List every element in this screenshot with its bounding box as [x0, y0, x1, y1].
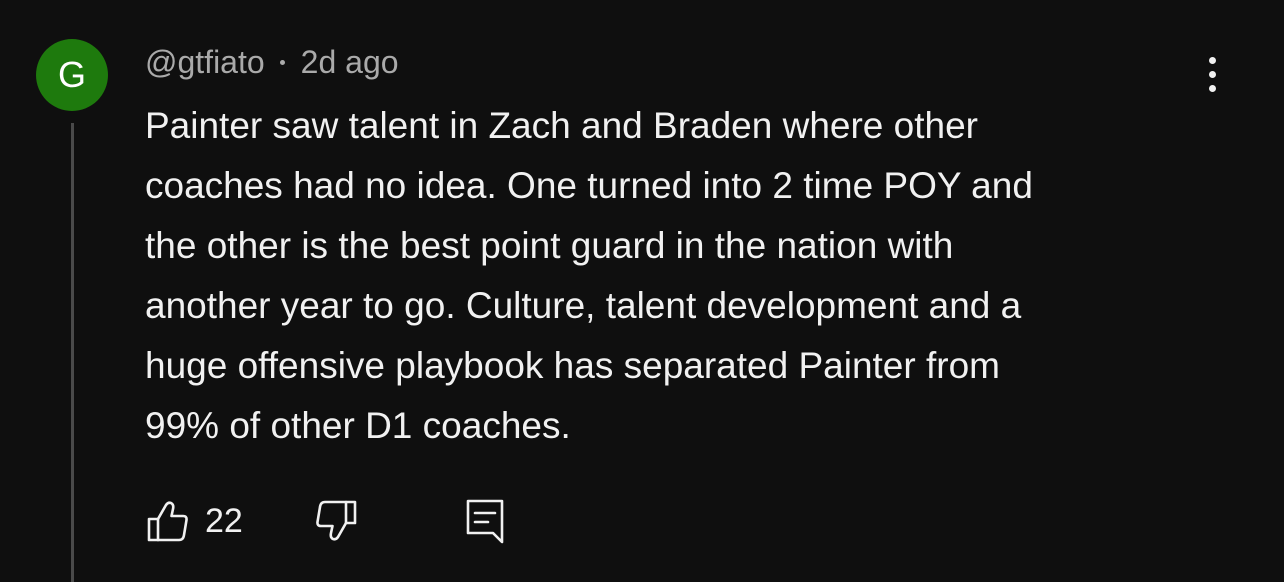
dislike-button[interactable]	[313, 496, 359, 546]
comment-text-line: another year to go. Culture, talent deve…	[145, 285, 1022, 326]
more-options-button[interactable]	[1190, 52, 1234, 96]
avatar[interactable]: G	[36, 39, 108, 111]
comment-meta: @gtfiato 2d ago	[145, 42, 399, 82]
thumbs-up-icon	[147, 501, 188, 542]
meta-separator	[279, 59, 285, 65]
comment-text-line: huge offensive playbook has separated Pa…	[145, 345, 1000, 386]
like-button[interactable]	[145, 496, 191, 546]
comment-text-line: the other is the best point guard in the…	[145, 225, 954, 266]
thumbs-down-icon	[316, 500, 357, 541]
more-dot	[1208, 70, 1216, 78]
comment-text-line: 99% of other D1 coaches.	[145, 405, 571, 446]
timestamp[interactable]: 2d ago	[301, 44, 399, 81]
more-dot	[1208, 56, 1216, 64]
more-dot	[1208, 84, 1216, 92]
avatar-letter: G	[57, 54, 86, 95]
like-count: 22	[205, 502, 243, 540]
reply-button[interactable]	[462, 496, 508, 546]
comment-text: Painter saw talent in Zach and Braden wh…	[145, 96, 1235, 456]
comment-actions: 22	[145, 496, 545, 546]
author-handle[interactable]: @gtfiato	[145, 44, 265, 81]
comment-text-line: coaches had no idea. One turned into 2 t…	[145, 165, 1033, 206]
comment-item: G @gtfiato 2d ago Painter saw talent in …	[0, 0, 1284, 582]
reply-comment-icon	[466, 499, 504, 544]
comment-text-line: Painter saw talent in Zach and Braden wh…	[145, 105, 978, 146]
thread-line	[71, 123, 74, 582]
